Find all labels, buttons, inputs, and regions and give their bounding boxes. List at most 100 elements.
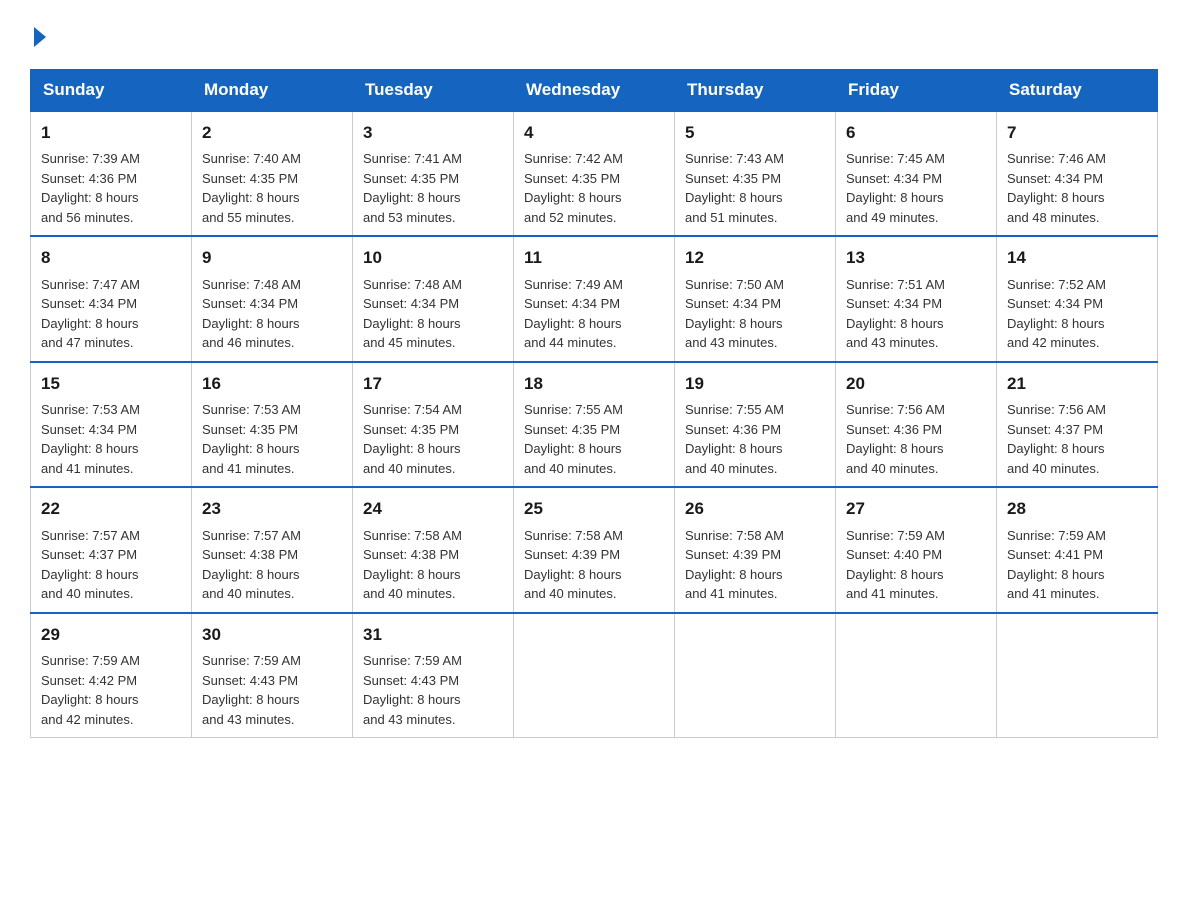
day-number: 19	[685, 371, 825, 397]
day-number: 7	[1007, 120, 1147, 146]
day-info: Sunrise: 7:45 AMSunset: 4:34 PMDaylight:…	[846, 151, 945, 225]
calendar-cell: 30 Sunrise: 7:59 AMSunset: 4:43 PMDaylig…	[192, 613, 353, 738]
day-info: Sunrise: 7:39 AMSunset: 4:36 PMDaylight:…	[41, 151, 140, 225]
day-info: Sunrise: 7:59 AMSunset: 4:43 PMDaylight:…	[202, 653, 301, 727]
day-info: Sunrise: 7:59 AMSunset: 4:41 PMDaylight:…	[1007, 528, 1106, 602]
calendar-cell: 28 Sunrise: 7:59 AMSunset: 4:41 PMDaylig…	[997, 487, 1158, 613]
header-friday: Friday	[836, 69, 997, 111]
day-info: Sunrise: 7:46 AMSunset: 4:34 PMDaylight:…	[1007, 151, 1106, 225]
day-info: Sunrise: 7:48 AMSunset: 4:34 PMDaylight:…	[202, 277, 301, 351]
day-number: 29	[41, 622, 181, 648]
calendar-cell: 7 Sunrise: 7:46 AMSunset: 4:34 PMDayligh…	[997, 111, 1158, 237]
day-number: 8	[41, 245, 181, 271]
calendar-cell: 3 Sunrise: 7:41 AMSunset: 4:35 PMDayligh…	[353, 111, 514, 237]
day-number: 16	[202, 371, 342, 397]
day-number: 1	[41, 120, 181, 146]
day-info: Sunrise: 7:57 AMSunset: 4:38 PMDaylight:…	[202, 528, 301, 602]
header-saturday: Saturday	[997, 69, 1158, 111]
calendar-cell: 5 Sunrise: 7:43 AMSunset: 4:35 PMDayligh…	[675, 111, 836, 237]
calendar-cell: 31 Sunrise: 7:59 AMSunset: 4:43 PMDaylig…	[353, 613, 514, 738]
day-info: Sunrise: 7:53 AMSunset: 4:35 PMDaylight:…	[202, 402, 301, 476]
header-wednesday: Wednesday	[514, 69, 675, 111]
day-number: 14	[1007, 245, 1147, 271]
day-info: Sunrise: 7:58 AMSunset: 4:38 PMDaylight:…	[363, 528, 462, 602]
calendar-cell: 14 Sunrise: 7:52 AMSunset: 4:34 PMDaylig…	[997, 236, 1158, 362]
day-number: 3	[363, 120, 503, 146]
day-number: 26	[685, 496, 825, 522]
day-info: Sunrise: 7:59 AMSunset: 4:43 PMDaylight:…	[363, 653, 462, 727]
day-info: Sunrise: 7:58 AMSunset: 4:39 PMDaylight:…	[524, 528, 623, 602]
calendar-cell: 23 Sunrise: 7:57 AMSunset: 4:38 PMDaylig…	[192, 487, 353, 613]
day-info: Sunrise: 7:56 AMSunset: 4:37 PMDaylight:…	[1007, 402, 1106, 476]
header-monday: Monday	[192, 69, 353, 111]
day-number: 17	[363, 371, 503, 397]
day-info: Sunrise: 7:56 AMSunset: 4:36 PMDaylight:…	[846, 402, 945, 476]
calendar-week-5: 29 Sunrise: 7:59 AMSunset: 4:42 PMDaylig…	[31, 613, 1158, 738]
header-tuesday: Tuesday	[353, 69, 514, 111]
day-info: Sunrise: 7:53 AMSunset: 4:34 PMDaylight:…	[41, 402, 140, 476]
day-number: 24	[363, 496, 503, 522]
calendar-cell: 21 Sunrise: 7:56 AMSunset: 4:37 PMDaylig…	[997, 362, 1158, 488]
day-number: 6	[846, 120, 986, 146]
calendar-table: Sunday Monday Tuesday Wednesday Thursday…	[30, 69, 1158, 739]
calendar-week-2: 8 Sunrise: 7:47 AMSunset: 4:34 PMDayligh…	[31, 236, 1158, 362]
day-number: 9	[202, 245, 342, 271]
day-info: Sunrise: 7:52 AMSunset: 4:34 PMDaylight:…	[1007, 277, 1106, 351]
calendar-week-3: 15 Sunrise: 7:53 AMSunset: 4:34 PMDaylig…	[31, 362, 1158, 488]
day-number: 10	[363, 245, 503, 271]
day-number: 13	[846, 245, 986, 271]
header-sunday: Sunday	[31, 69, 192, 111]
day-info: Sunrise: 7:54 AMSunset: 4:35 PMDaylight:…	[363, 402, 462, 476]
day-number: 2	[202, 120, 342, 146]
day-number: 31	[363, 622, 503, 648]
day-number: 21	[1007, 371, 1147, 397]
logo-arrow-icon	[34, 27, 46, 47]
calendar-cell	[675, 613, 836, 738]
day-number: 23	[202, 496, 342, 522]
calendar-cell	[997, 613, 1158, 738]
day-info: Sunrise: 7:41 AMSunset: 4:35 PMDaylight:…	[363, 151, 462, 225]
day-info: Sunrise: 7:40 AMSunset: 4:35 PMDaylight:…	[202, 151, 301, 225]
header-row: Sunday Monday Tuesday Wednesday Thursday…	[31, 69, 1158, 111]
day-number: 15	[41, 371, 181, 397]
calendar-cell: 4 Sunrise: 7:42 AMSunset: 4:35 PMDayligh…	[514, 111, 675, 237]
calendar-cell: 22 Sunrise: 7:57 AMSunset: 4:37 PMDaylig…	[31, 487, 192, 613]
day-info: Sunrise: 7:59 AMSunset: 4:40 PMDaylight:…	[846, 528, 945, 602]
day-info: Sunrise: 7:50 AMSunset: 4:34 PMDaylight:…	[685, 277, 784, 351]
day-info: Sunrise: 7:58 AMSunset: 4:39 PMDaylight:…	[685, 528, 784, 602]
calendar-cell: 17 Sunrise: 7:54 AMSunset: 4:35 PMDaylig…	[353, 362, 514, 488]
calendar-cell: 9 Sunrise: 7:48 AMSunset: 4:34 PMDayligh…	[192, 236, 353, 362]
page-header	[30, 20, 1158, 49]
calendar-cell: 13 Sunrise: 7:51 AMSunset: 4:34 PMDaylig…	[836, 236, 997, 362]
header-thursday: Thursday	[675, 69, 836, 111]
calendar-cell: 15 Sunrise: 7:53 AMSunset: 4:34 PMDaylig…	[31, 362, 192, 488]
calendar-cell: 8 Sunrise: 7:47 AMSunset: 4:34 PMDayligh…	[31, 236, 192, 362]
day-number: 22	[41, 496, 181, 522]
day-number: 18	[524, 371, 664, 397]
calendar-cell: 10 Sunrise: 7:48 AMSunset: 4:34 PMDaylig…	[353, 236, 514, 362]
day-number: 28	[1007, 496, 1147, 522]
day-info: Sunrise: 7:48 AMSunset: 4:34 PMDaylight:…	[363, 277, 462, 351]
calendar-cell: 11 Sunrise: 7:49 AMSunset: 4:34 PMDaylig…	[514, 236, 675, 362]
logo-general-line	[30, 20, 46, 49]
day-info: Sunrise: 7:49 AMSunset: 4:34 PMDaylight:…	[524, 277, 623, 351]
calendar-cell: 27 Sunrise: 7:59 AMSunset: 4:40 PMDaylig…	[836, 487, 997, 613]
day-number: 20	[846, 371, 986, 397]
day-number: 25	[524, 496, 664, 522]
calendar-cell: 1 Sunrise: 7:39 AMSunset: 4:36 PMDayligh…	[31, 111, 192, 237]
day-info: Sunrise: 7:59 AMSunset: 4:42 PMDaylight:…	[41, 653, 140, 727]
calendar-week-4: 22 Sunrise: 7:57 AMSunset: 4:37 PMDaylig…	[31, 487, 1158, 613]
calendar-cell: 20 Sunrise: 7:56 AMSunset: 4:36 PMDaylig…	[836, 362, 997, 488]
calendar-cell: 26 Sunrise: 7:58 AMSunset: 4:39 PMDaylig…	[675, 487, 836, 613]
day-info: Sunrise: 7:55 AMSunset: 4:35 PMDaylight:…	[524, 402, 623, 476]
calendar-cell: 16 Sunrise: 7:53 AMSunset: 4:35 PMDaylig…	[192, 362, 353, 488]
day-info: Sunrise: 7:51 AMSunset: 4:34 PMDaylight:…	[846, 277, 945, 351]
calendar-week-1: 1 Sunrise: 7:39 AMSunset: 4:36 PMDayligh…	[31, 111, 1158, 237]
calendar-cell: 6 Sunrise: 7:45 AMSunset: 4:34 PMDayligh…	[836, 111, 997, 237]
day-info: Sunrise: 7:47 AMSunset: 4:34 PMDaylight:…	[41, 277, 140, 351]
day-info: Sunrise: 7:42 AMSunset: 4:35 PMDaylight:…	[524, 151, 623, 225]
calendar-cell: 24 Sunrise: 7:58 AMSunset: 4:38 PMDaylig…	[353, 487, 514, 613]
calendar-cell: 29 Sunrise: 7:59 AMSunset: 4:42 PMDaylig…	[31, 613, 192, 738]
day-info: Sunrise: 7:55 AMSunset: 4:36 PMDaylight:…	[685, 402, 784, 476]
calendar-cell: 18 Sunrise: 7:55 AMSunset: 4:35 PMDaylig…	[514, 362, 675, 488]
